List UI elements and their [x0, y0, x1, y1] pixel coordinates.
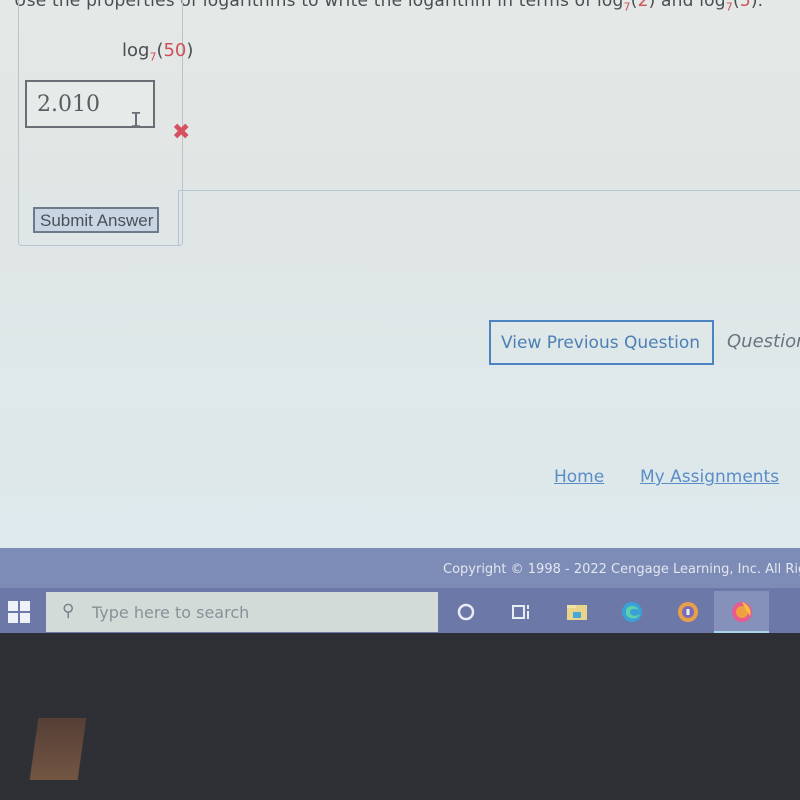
- footer-bar: Copyright © 1998 - 2022 Cengage Learning…: [0, 548, 800, 588]
- search-placeholder: Type here to search: [92, 603, 250, 622]
- cortana-icon[interactable]: [454, 600, 478, 624]
- file-explorer-icon[interactable]: [565, 600, 589, 624]
- text-cursor-icon: I: [130, 108, 143, 132]
- search-icon: ⚲: [62, 601, 75, 621]
- copyright-text: Copyright © 1998 - 2022 Cengage Learning…: [443, 562, 800, 577]
- windows-start-icon[interactable]: [8, 601, 30, 623]
- taskbar-search-box[interactable]: ⚲ Type here to search: [46, 592, 438, 632]
- task-view-icon[interactable]: [509, 600, 533, 624]
- windows-taskbar: ⚲ Type here to search: [0, 588, 800, 633]
- home-link[interactable]: Home: [554, 467, 604, 487]
- avast-browser-icon[interactable]: [676, 600, 700, 624]
- log-expression: log7(50): [122, 40, 194, 64]
- question-nav-label[interactable]: Question: [727, 331, 800, 352]
- view-previous-question-button[interactable]: View Previous Question: [489, 320, 714, 365]
- question-panel-border-right: [178, 190, 800, 246]
- edge-icon[interactable]: [620, 600, 644, 624]
- monitor-bezel-tape: [29, 718, 87, 780]
- submit-answer-button[interactable]: Submit Answer: [33, 207, 159, 233]
- incorrect-x-icon: ✖: [172, 120, 191, 145]
- my-assignments-link[interactable]: My Assignments: [640, 467, 779, 487]
- browser-page: Use the properties of logarithms to writ…: [0, 0, 800, 548]
- firefox-icon[interactable]: [730, 600, 754, 624]
